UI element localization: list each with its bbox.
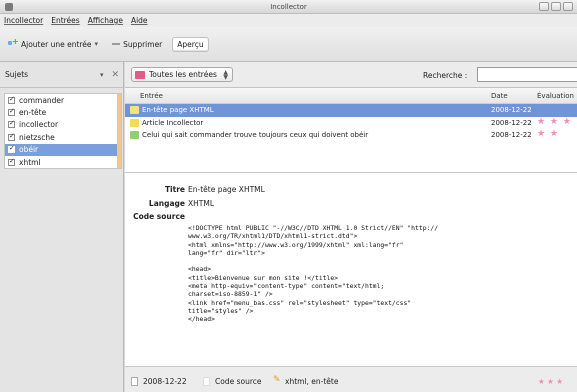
entry-date: 2008-12-22 [491, 106, 532, 114]
close-button[interactable] [563, 2, 573, 11]
subject-color-tag [117, 94, 121, 107]
entry-type-icon [130, 131, 139, 139]
add-entry-button[interactable]: Ajouter une entrée ▾ [4, 37, 102, 51]
entry-title: En-tête page XHTML [142, 106, 214, 114]
status-bar: 2008-12-22 Code source ✎ xhtml, en-tête … [125, 366, 577, 392]
column-rating[interactable]: Évaluation [537, 92, 574, 100]
chevron-down-icon[interactable]: ▾ [95, 40, 99, 48]
title-label: Titre [164, 185, 185, 194]
status-tags: xhtml, en-tête [285, 377, 339, 386]
subject-checkbox[interactable] [8, 144, 15, 154]
entry-rating[interactable]: ★ ★ ★ [537, 117, 572, 127]
window-controls [539, 2, 573, 11]
subjects-panel: Sujets ▾ ✕ commander en-tête incollector ni… [0, 62, 124, 392]
entry-date: 2008-12-22 [491, 118, 532, 127]
status-type: Code source [215, 377, 262, 386]
subject-item[interactable]: incollector [5, 118, 121, 132]
entries-filter-select[interactable]: Toutes les entrées ▲ ▼ [131, 67, 233, 82]
tag-icon: ✎ [273, 375, 281, 385]
column-entry[interactable]: Entrée [140, 92, 163, 100]
subject-item[interactable]: nietzsche [5, 131, 121, 144]
code-label: Code source [133, 212, 185, 221]
delete-button[interactable]: Supprimer [108, 38, 166, 51]
subject-label: en-tête [19, 108, 47, 118]
subject-checkbox[interactable] [8, 132, 15, 141]
add-entry-label: Ajouter une entrée [21, 39, 92, 49]
code-type-icon [203, 377, 210, 386]
subject-color-tag [117, 118, 121, 132]
minimize-button[interactable] [539, 2, 549, 11]
entry-row[interactable]: En-tête page XHTML 2008-12-22 [125, 104, 577, 117]
entry-title: Celui qui sait commander trouve toujours… [142, 131, 369, 139]
entry-row[interactable]: Article Incollector 2008-12-22 ★ ★ ★ [125, 117, 577, 130]
entry-type-icon [130, 106, 139, 114]
source-code-block: <!DOCTYPE html PUBLIC "-//W3C//DTD XHTML… [188, 224, 439, 324]
subject-item[interactable]: xhtml [5, 155, 121, 169]
menu-incollector[interactable]: Incollector [4, 16, 43, 25]
subjects-header: Sujets ▾ ✕ [0, 62, 123, 88]
subject-color-tag [117, 131, 121, 144]
entries-table: Entrée Date Évaluation En-tête page XHTM… [125, 88, 577, 173]
menu-entrees[interactable]: Entrées [51, 16, 80, 25]
menu-aide[interactable]: Aide [131, 16, 148, 25]
subjects-label: Sujets [5, 70, 29, 79]
title-value: En-tête page XHTML [188, 185, 265, 194]
subject-checkbox[interactable] [8, 107, 15, 117]
subject-checkbox[interactable] [8, 95, 15, 104]
window-titlebar: Incollector [0, 0, 577, 14]
chevron-down-icon[interactable]: ▾ [100, 71, 104, 79]
status-date: 2008-12-22 [143, 377, 187, 386]
subjects-list: commander en-tête incollector nietzsche obéi… [4, 93, 122, 170]
toolbar: Ajouter une entrée ▾ Supprimer Aperçu [0, 27, 577, 62]
subject-label: incollector [19, 120, 59, 130]
language-value: XHTML [188, 199, 215, 208]
subject-label: commander [19, 95, 65, 105]
subject-item[interactable]: en-tête [5, 106, 121, 119]
entry-row[interactable]: Celui qui sait commander trouve toujours… [125, 129, 577, 142]
subject-color-tag [117, 106, 121, 119]
clear-icon[interactable]: ✕ [111, 70, 119, 80]
subject-label: nietzsche [19, 132, 55, 142]
status-rating[interactable]: ★ ★ ★ [538, 377, 563, 386]
subject-label: xhtml [19, 157, 41, 167]
search-label: Recherche : [423, 71, 468, 80]
subject-checkbox[interactable] [8, 157, 15, 166]
subject-color-tag [117, 155, 121, 169]
preview-label: Aperçu [177, 39, 204, 49]
subject-color-tag [117, 143, 121, 156]
entries-header: Entrée Date Évaluation [125, 88, 577, 104]
delete-label: Supprimer [123, 39, 163, 49]
add-entry-icon [8, 37, 19, 48]
subject-item[interactable]: obéir [5, 143, 121, 156]
entry-rating[interactable]: ★ ★ [537, 129, 559, 139]
column-date[interactable]: Date [491, 92, 508, 100]
maximize-button[interactable] [551, 2, 561, 11]
entry-title: Article Incollector [142, 118, 204, 127]
select-arrows-icon: ▲ ▼ [223, 69, 228, 81]
menu-affichage[interactable]: Affichage [88, 16, 123, 25]
language-label: Langage [148, 199, 185, 208]
entries-filter-icon [135, 70, 145, 79]
entries-filter-value: Toutes les entrées [149, 70, 217, 79]
menubar: Incollector Entrées Affichage Aide [0, 14, 577, 27]
delete-icon [112, 43, 121, 45]
window-title: Incollector [270, 3, 307, 11]
calendar-icon [131, 377, 138, 386]
search-input[interactable] [477, 67, 577, 82]
entries-filter-bar: Toutes les entrées ▲ ▼ Recherche : [125, 62, 577, 88]
subject-checkbox[interactable] [8, 119, 15, 129]
subject-item[interactable]: commander [5, 94, 121, 107]
entry-type-icon [130, 118, 139, 127]
entry-detail-pane: Titre En-tête page XHTML Langage XHTML C… [125, 173, 577, 366]
preview-button[interactable]: Aperçu [172, 36, 209, 52]
entry-date: 2008-12-22 [491, 131, 532, 139]
subject-label: obéir [19, 145, 39, 155]
